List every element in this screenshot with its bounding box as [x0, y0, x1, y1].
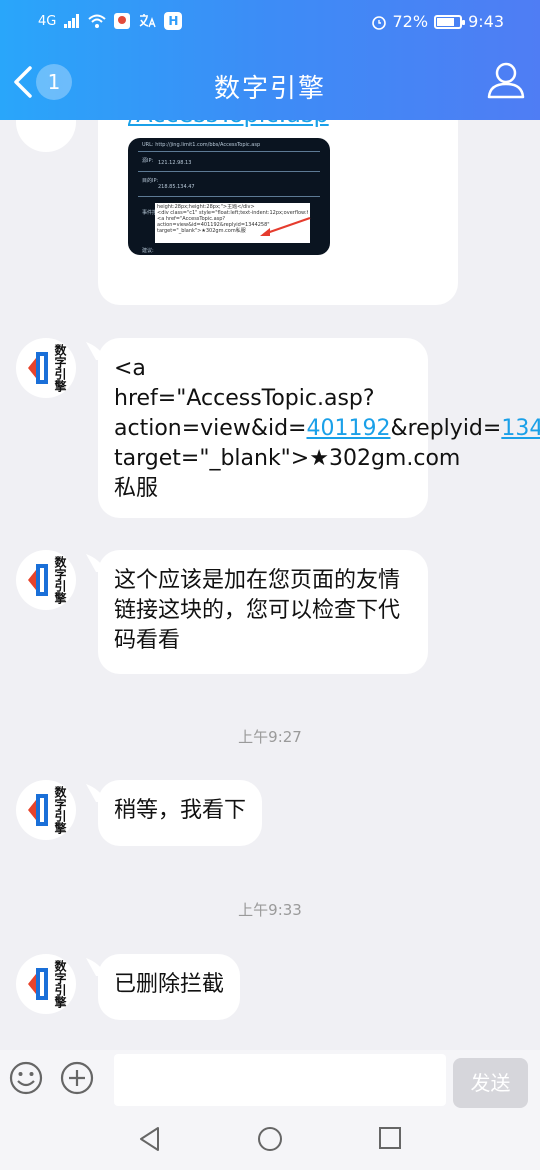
arrow-annotation-icon [260, 217, 311, 236]
app-badge: H [164, 12, 183, 30]
nav-back-icon[interactable] [138, 1126, 162, 1152]
avatar[interactable]: 数字引擎 [16, 550, 76, 610]
logo-icon [28, 564, 48, 596]
status-bar: 4G H 72% 9:43 [0, 0, 540, 44]
avatar[interactable]: 数字引擎 [16, 780, 76, 840]
avatar[interactable] [16, 120, 76, 152]
plus-icon[interactable] [59, 1060, 95, 1096]
nav-recent-icon[interactable] [378, 1126, 402, 1150]
message-bubble[interactable]: <a href="AccessTopic.asp?action=view&id=… [98, 338, 540, 518]
chat-area[interactable]: /AccessTopic.asp URL: http://jing.limit1… [0, 120, 540, 1050]
message-bubble[interactable]: 稍等，我看下 [98, 780, 263, 846]
signal-icon [64, 14, 80, 28]
screenshot-image[interactable]: URL: http://jing.limit1.com/bbs/AccessTo… [128, 138, 330, 255]
logo-icon [28, 352, 48, 384]
timestamp: 上午9:33 [238, 901, 302, 919]
avatar-text: 数字引擎 [53, 960, 67, 1008]
avatar[interactable]: 数字引擎 [16, 338, 76, 398]
emoji-icon[interactable] [8, 1060, 44, 1096]
alarm-icon [371, 15, 386, 30]
send-button[interactable]: 发送 [453, 1058, 528, 1108]
logo-icon [28, 968, 48, 1000]
battery-icon [434, 14, 466, 29]
battery-percent: 72% [392, 12, 429, 31]
message-link[interactable]: /AccessTopic.asp [128, 120, 329, 128]
message-bubble[interactable]: 已删除拦截 [98, 954, 241, 1020]
network-indicator: 4G [38, 13, 57, 29]
page-title: 数字引擎 [213, 74, 326, 104]
input-bar: 发送 [0, 1050, 540, 1110]
clock: 9:43 [468, 12, 504, 31]
nav-home-icon[interactable] [257, 1126, 283, 1152]
system-nav-bar [0, 1110, 540, 1170]
location-app-icon [114, 13, 131, 29]
logo-icon [28, 794, 48, 826]
timestamp: 上午9:27 [238, 728, 302, 746]
wifi-icon [88, 14, 107, 28]
message-input[interactable] [114, 1054, 446, 1106]
header-bar: 4G H 72% 9:43 1 数字引擎 [0, 0, 540, 120]
message-link[interactable]: 401192 [306, 416, 390, 441]
message-link[interactable]: 1344258 [501, 416, 540, 441]
message-bubble[interactable]: 这个应该是加在您页面的友情链接这块的，您可以检查下代码看看 [98, 550, 428, 674]
avatar-text: 数字引擎 [53, 344, 67, 392]
avatar-text: 数字引擎 [53, 556, 67, 604]
avatar[interactable]: 数字引擎 [16, 954, 76, 1014]
nav-bar: 1 数字引擎 [0, 52, 540, 116]
translate-icon [139, 14, 157, 28]
user-icon[interactable] [486, 60, 526, 100]
image-message-bubble[interactable]: /AccessTopic.asp URL: http://jing.limit1… [98, 120, 458, 305]
avatar-text: 数字引擎 [53, 786, 67, 834]
